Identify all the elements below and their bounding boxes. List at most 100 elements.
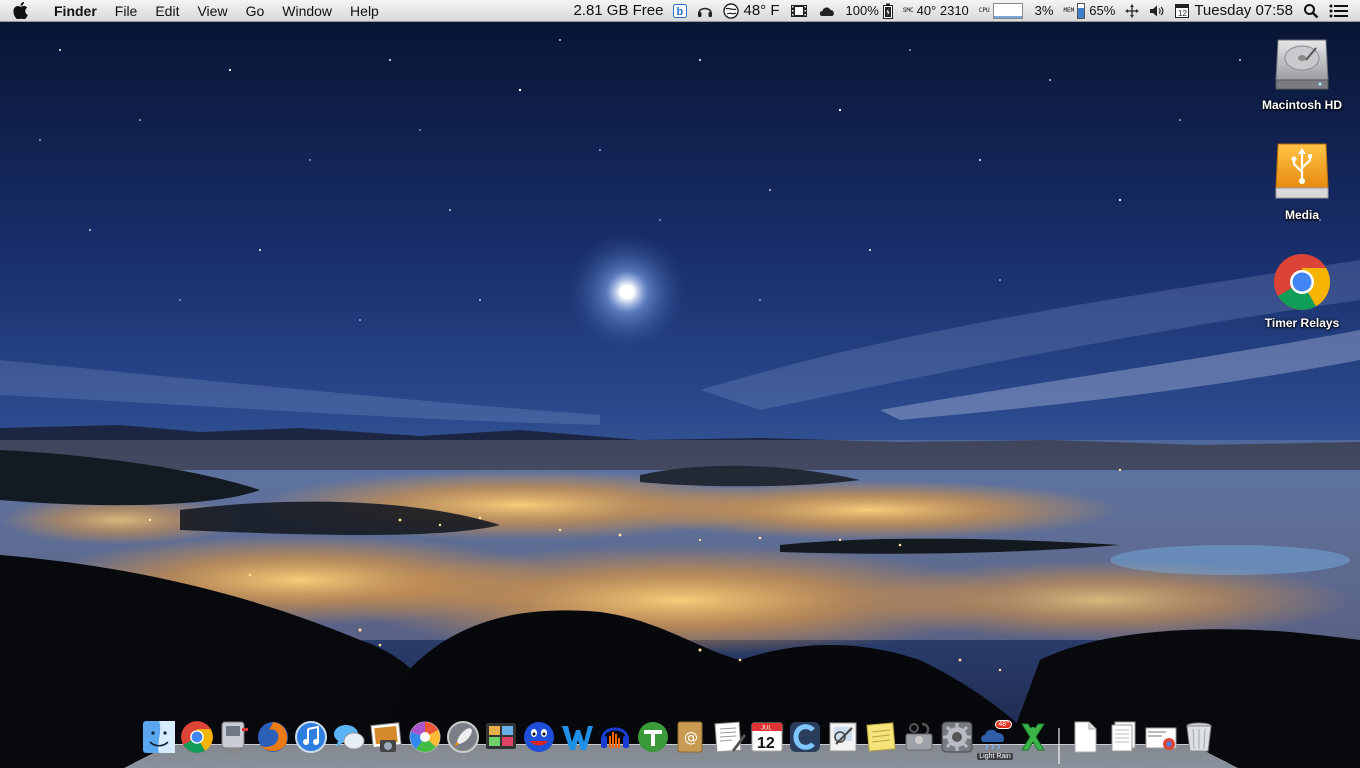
dock-chrome[interactable]	[178, 720, 216, 764]
menu-edit[interactable]: Edit	[146, 0, 188, 22]
smiley-chat-icon	[524, 722, 554, 752]
notification-center-icon[interactable]	[1324, 0, 1354, 22]
menu-view[interactable]: View	[188, 0, 236, 22]
bartender-icon[interactable]: b	[668, 0, 692, 22]
textedit-icon	[714, 721, 746, 753]
dock-calendar[interactable]: JUL 12	[748, 720, 786, 764]
dock-downloads-stack[interactable]	[1104, 720, 1142, 764]
cpu-graph-fill	[993, 15, 1022, 18]
memory-monitor[interactable]: MEM 65%	[1058, 0, 1120, 22]
svg-text:@: @	[684, 730, 698, 746]
volume-icon[interactable]	[1144, 0, 1170, 22]
desktop-icon-macintosh-hd[interactable]: Macintosh HD	[1252, 30, 1352, 112]
stickies-icon	[866, 722, 896, 752]
smc-label-text: SMC	[902, 6, 914, 14]
desktop-icon-media[interactable]: Media	[1252, 140, 1352, 222]
downloads-stack-icon	[1111, 721, 1136, 752]
calendar-day: 12	[757, 735, 775, 752]
photo-booth-icon	[486, 723, 516, 749]
cpu-percent: 3%	[1034, 3, 1054, 18]
itunes-icon	[295, 721, 327, 753]
clock-time: Tuesday 07:58	[1194, 2, 1293, 19]
picasa-icon	[409, 721, 441, 753]
smc-label: SMC	[902, 6, 914, 14]
apple-menu-icon[interactable]	[0, 0, 40, 22]
cpu-usage-graph	[992, 2, 1023, 19]
preview-icon	[829, 722, 857, 752]
dock-xmind[interactable]	[1014, 720, 1052, 764]
dock-chrome-app-stack[interactable]	[1142, 720, 1180, 764]
dock-separator	[1052, 724, 1066, 764]
dock-firefox[interactable]	[254, 720, 292, 764]
menu-help[interactable]: Help	[341, 0, 388, 22]
disk-free-status[interactable]: 2.81 GB Free	[568, 0, 668, 22]
mem-label-text: MEM	[1063, 6, 1075, 14]
svg-text:b: b	[677, 6, 684, 18]
clock-status[interactable]: 12 Tuesday 07:58	[1170, 0, 1298, 22]
dock-wordweb[interactable]	[558, 720, 596, 764]
chrome-app-stack-icon	[1145, 727, 1177, 750]
menu-window[interactable]: Window	[273, 0, 341, 22]
messages-icon	[334, 725, 365, 750]
dock-utorrent[interactable]	[634, 720, 672, 764]
dock-launchpad[interactable]	[444, 720, 482, 764]
trash-icon	[1186, 722, 1212, 752]
move-arrows-icon[interactable]	[1120, 0, 1144, 22]
weather-temperature: 48° F	[743, 2, 780, 19]
dock-system-preferences[interactable]	[938, 720, 976, 764]
dock-stickies[interactable]	[862, 720, 900, 764]
mail-icon	[221, 721, 248, 753]
dock-messages[interactable]	[330, 720, 368, 764]
cloud-sync-icon[interactable]	[813, 0, 841, 22]
dock-address-book[interactable]: @	[672, 720, 710, 764]
iphoto-icon	[370, 722, 402, 752]
cpu-label-text: CPU	[978, 6, 990, 14]
calendar-small-day: 12	[1178, 9, 1187, 18]
utorrent-icon	[638, 722, 668, 752]
menu-bar: Finder File Edit View Go Window Help 2.8…	[0, 0, 1360, 22]
cpu-monitor[interactable]: CPU 3%	[974, 0, 1059, 22]
night-landscape-image	[0, 0, 1360, 768]
hard-drive-icon	[1275, 39, 1329, 90]
memory-bar-fill	[1078, 8, 1085, 18]
weather-widget-label: Light Rain	[977, 753, 1013, 760]
dock-audacity[interactable]	[596, 720, 634, 764]
desktop-icon-label: Timer Relays	[1264, 316, 1340, 330]
dock-trash[interactable]	[1180, 720, 1218, 764]
weather-status[interactable]: 48° F	[718, 0, 784, 22]
dock-photo-booth[interactable]	[482, 720, 520, 764]
headphones-icon[interactable]	[692, 0, 718, 22]
dock-mail[interactable]	[216, 720, 254, 764]
dock-document-stack[interactable]	[1066, 720, 1104, 764]
menu-go[interactable]: Go	[237, 0, 274, 22]
launchpad-icon	[447, 721, 479, 753]
address-book-icon: @	[677, 721, 703, 753]
dock-cinch[interactable]	[786, 720, 824, 764]
film-strip-icon[interactable]	[785, 0, 813, 22]
dock-disk-utility[interactable]	[900, 720, 938, 764]
dock-preview[interactable]	[824, 720, 862, 764]
cinch-icon	[790, 722, 820, 752]
dock-itunes[interactable]	[292, 720, 330, 764]
battery-status[interactable]: 100%	[841, 0, 898, 22]
temperature-fan-value: 40° 2310	[916, 3, 969, 18]
memory-usage-bar	[1077, 2, 1086, 19]
temperature-fan-status[interactable]: SMC 40° 2310	[898, 0, 974, 22]
dock: @ JUL 12 48° Light Rain	[140, 718, 1218, 764]
dock-finder[interactable]	[140, 720, 178, 764]
globe-weather-icon	[723, 2, 740, 19]
spotlight-search-icon[interactable]	[1298, 0, 1324, 22]
dock-textedit[interactable]	[710, 720, 748, 764]
desktop-icon-timer-relays[interactable]: Timer Relays	[1252, 252, 1352, 330]
memory-percent: 65%	[1089, 3, 1116, 18]
dock-picasa[interactable]	[406, 720, 444, 764]
document-icon	[1074, 721, 1097, 753]
calendar-small-icon: 12	[1175, 4, 1190, 18]
app-menu-finder[interactable]: Finder	[40, 0, 106, 22]
dock-iphoto[interactable]	[368, 720, 406, 764]
dock-smiley-chat[interactable]	[520, 720, 558, 764]
mem-label: MEM	[1063, 6, 1075, 14]
menu-file[interactable]: File	[106, 0, 147, 22]
chrome-icon	[181, 721, 213, 753]
dock-weather-widget[interactable]: 48° Light Rain	[976, 720, 1014, 764]
